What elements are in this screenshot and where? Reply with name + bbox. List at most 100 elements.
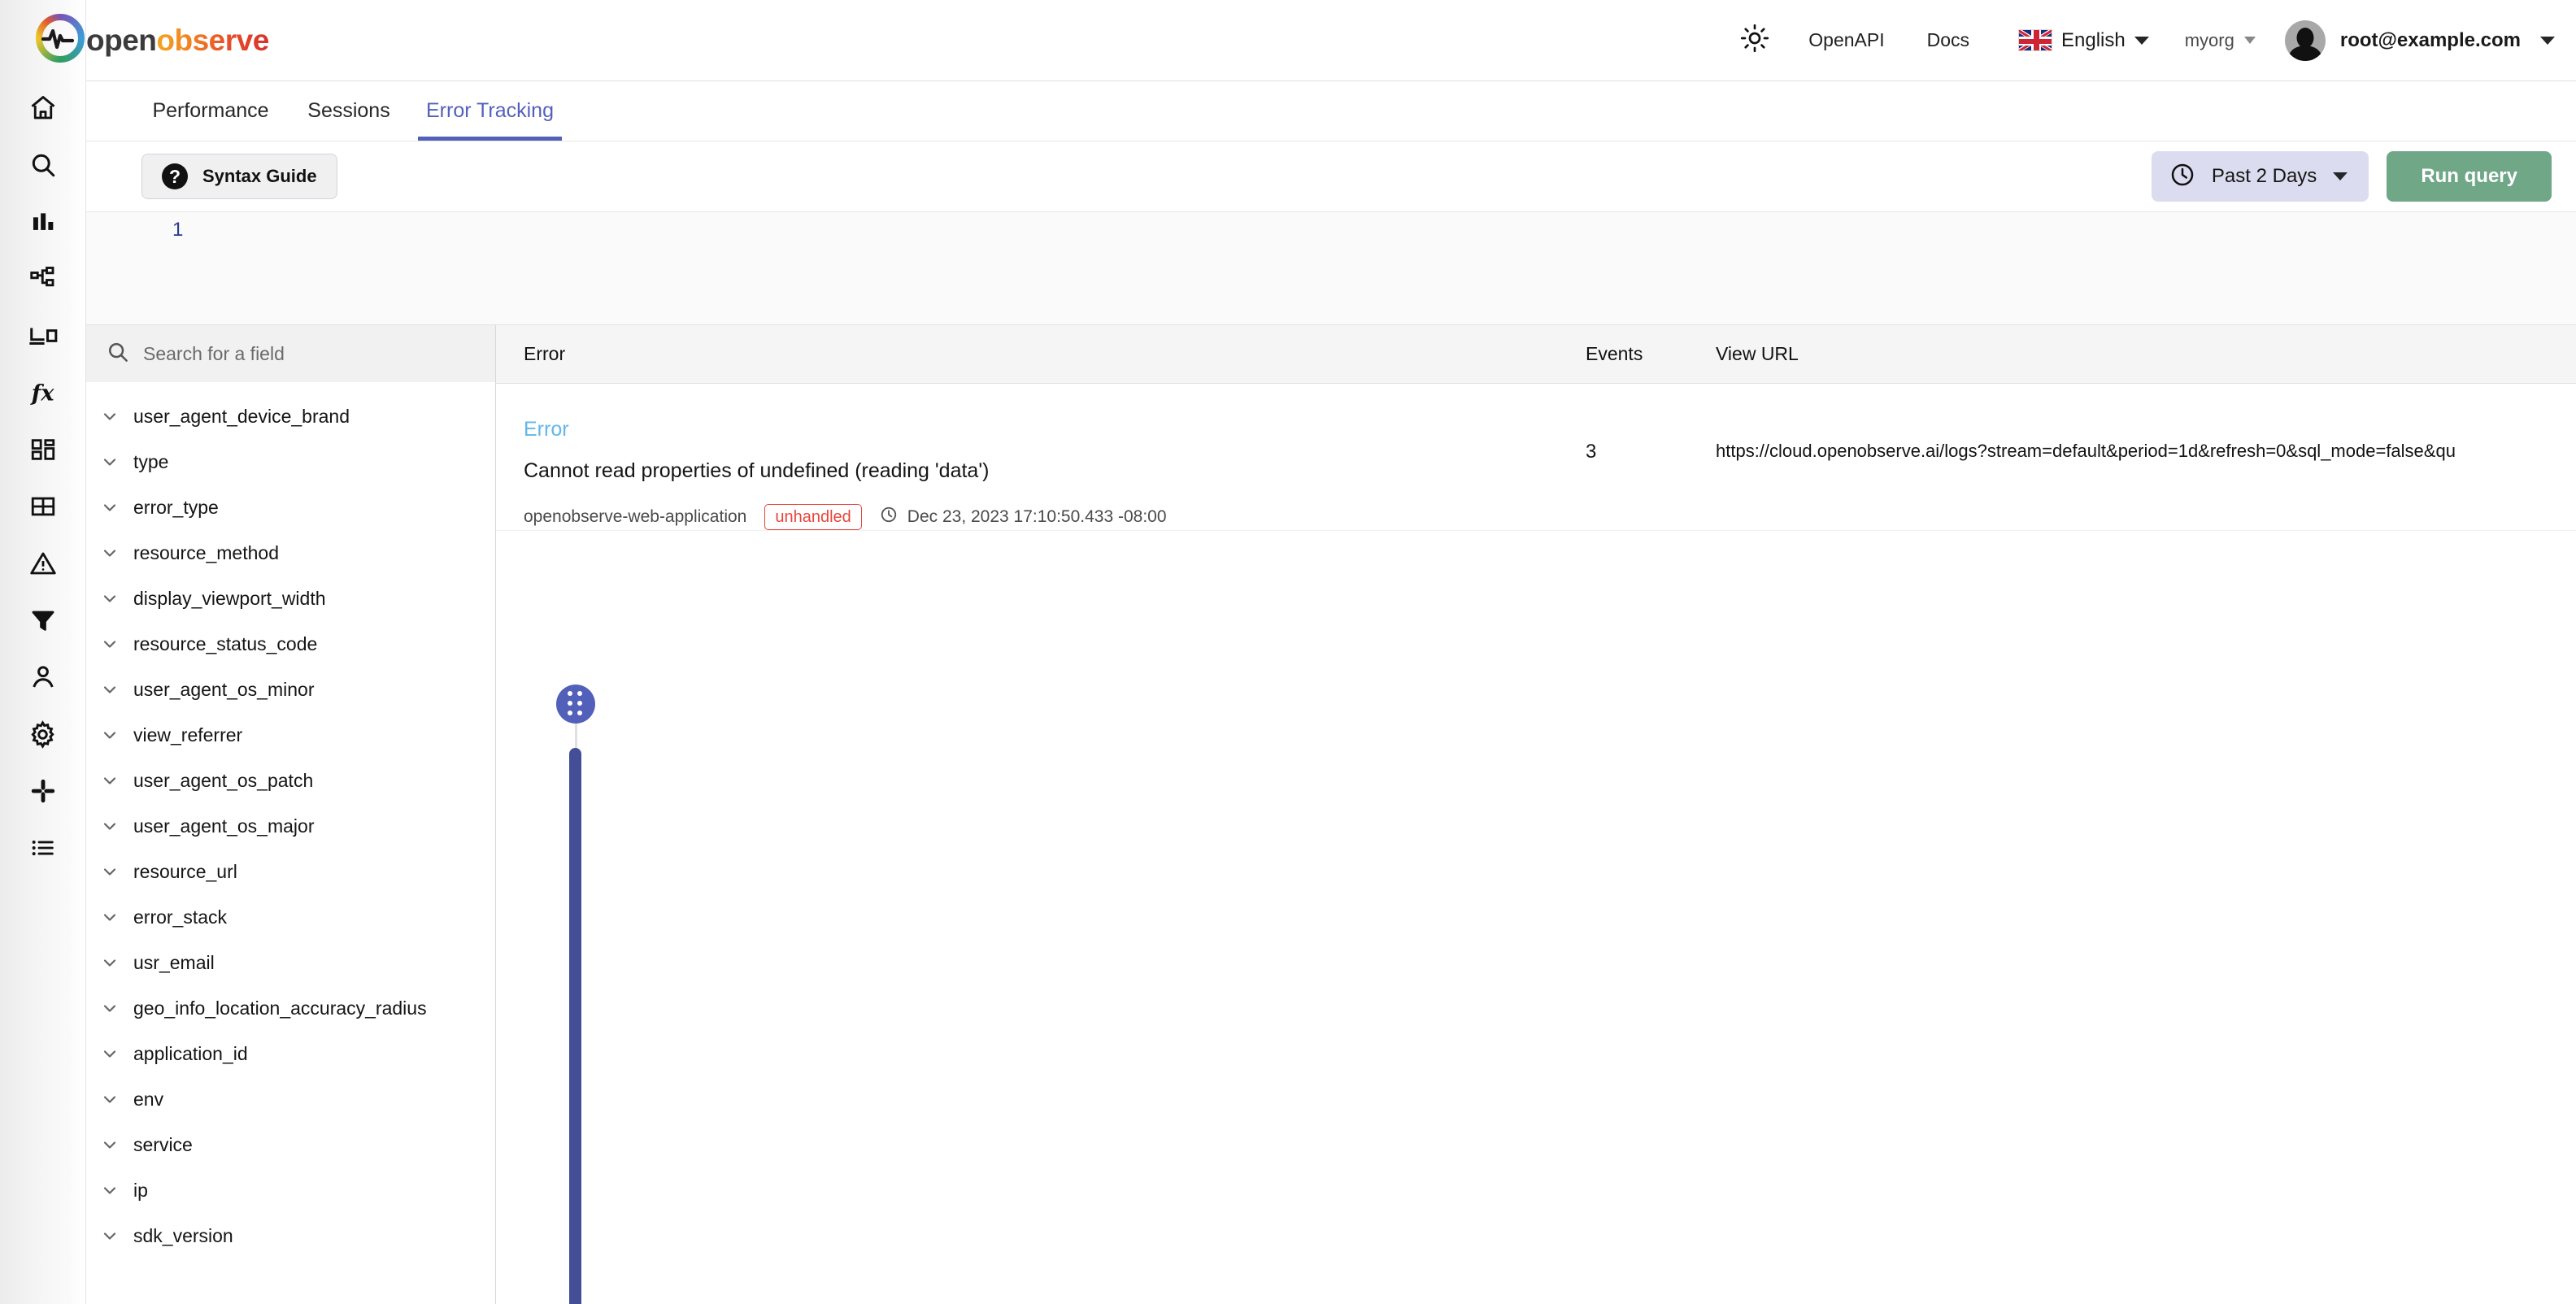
chevron-down-icon <box>2333 172 2348 180</box>
field-list-item[interactable]: usr_email <box>86 940 495 985</box>
field-list-item[interactable]: sdk_version <box>86 1213 495 1258</box>
chevron-down-icon[interactable] <box>99 1044 120 1063</box>
search-input[interactable] <box>143 342 476 365</box>
field-list-item-label: display_viewport_width <box>133 587 326 609</box>
tab-sessions[interactable]: Sessions <box>280 81 418 141</box>
svg-text:fx: fx <box>29 381 54 406</box>
question-mark-icon: ? <box>162 163 188 189</box>
field-list-item-label: type <box>133 450 169 472</box>
syntax-guide-label: Syntax Guide <box>202 166 317 186</box>
chevron-down-icon[interactable] <box>99 907 120 927</box>
chevron-down-icon[interactable] <box>99 543 120 563</box>
list-icon <box>29 834 57 862</box>
column-header-error: Error <box>524 343 566 364</box>
sidebar-item-metrics[interactable] <box>15 193 72 250</box>
field-list-item-label: service <box>133 1133 193 1155</box>
field-list-item-label: resource_method <box>133 541 279 563</box>
field-list-item[interactable]: view_referrer <box>86 712 495 758</box>
field-list-item[interactable]: display_viewport_width <box>86 576 495 621</box>
sidebar-item-functions[interactable]: fx <box>15 364 72 421</box>
field-list-item-label: resource_url <box>133 860 237 882</box>
chevron-down-icon[interactable] <box>99 953 120 972</box>
chevron-down-icon[interactable] <box>99 1089 120 1109</box>
field-list-item-label: error_type <box>133 496 219 518</box>
error-meta: openobserve-web-application unhandled De… <box>524 504 1586 530</box>
sidebar-item-home[interactable] <box>15 80 72 137</box>
sidebar-item-streams[interactable] <box>15 478 72 535</box>
field-list-item[interactable]: resource_status_code <box>86 621 495 667</box>
syntax-guide-button[interactable]: ? Syntax Guide <box>141 154 337 199</box>
logo-text-observe: observe <box>156 23 269 57</box>
field-list-item[interactable]: error_stack <box>86 894 495 940</box>
chevron-down-icon[interactable] <box>99 998 120 1018</box>
field-list-item[interactable]: user_agent_os_major <box>86 803 495 849</box>
field-list-item[interactable]: service <box>86 1122 495 1167</box>
field-list-item[interactable]: user_agent_os_minor <box>86 667 495 712</box>
streams-icon <box>29 493 57 520</box>
openapi-link[interactable]: OpenAPI <box>1787 29 1905 51</box>
users-icon <box>28 663 58 692</box>
chevron-down-icon[interactable] <box>99 725 120 745</box>
date-range-picker[interactable]: Past 2 Days <box>2151 151 2369 202</box>
chevron-down-icon[interactable] <box>99 498 120 517</box>
language-label: English <box>2061 28 2126 51</box>
slack-icon <box>29 777 57 805</box>
field-list-item[interactable]: user_agent_os_patch <box>86 758 495 803</box>
field-list-item-label: geo_info_location_accuracy_radius <box>133 997 427 1019</box>
field-list-item[interactable]: geo_info_location_accuracy_radius <box>86 985 495 1031</box>
sidebar-item-settings[interactable] <box>15 706 72 763</box>
sidebar-item-dashboards[interactable] <box>15 421 72 478</box>
field-list-item[interactable]: ip <box>86 1167 495 1213</box>
chevron-down-icon[interactable] <box>99 634 120 654</box>
tab-performance[interactable]: Performance <box>141 81 280 141</box>
sidebar-item-alerts[interactable] <box>15 535 72 592</box>
chevron-down-icon[interactable] <box>99 771 120 790</box>
chevron-down-icon[interactable] <box>99 816 120 836</box>
chevron-down-icon[interactable] <box>99 452 120 472</box>
error-type-link[interactable]: Error <box>524 418 1586 441</box>
field-list-scrollbar-thumb[interactable] <box>569 748 581 1304</box>
field-list-item[interactable]: user_agent_device_brand <box>86 393 495 439</box>
user-menu-chevron-down-icon[interactable] <box>2540 36 2555 45</box>
chevron-down-icon[interactable] <box>99 1226 120 1245</box>
funnel-icon <box>29 606 57 634</box>
query-editor[interactable]: 1 <box>86 211 2576 325</box>
sidebar-item-rum[interactable] <box>15 307 72 364</box>
docs-link[interactable]: Docs <box>1906 29 1991 51</box>
chevron-down-icon[interactable] <box>99 862 120 881</box>
panel-resize-handle[interactable] <box>556 685 595 724</box>
chevron-down-icon[interactable] <box>99 1180 120 1200</box>
sidebar-item-iam[interactable] <box>15 649 72 706</box>
sidebar-item-traces[interactable] <box>15 250 72 307</box>
chevron-down-icon[interactable] <box>99 680 120 699</box>
field-list-item-label: user_agent_os_patch <box>133 769 314 791</box>
theme-toggle-button[interactable] <box>1722 24 1787 57</box>
sidebar-item-about[interactable] <box>15 819 72 876</box>
table-row[interactable]: Error Cannot read properties of undefine… <box>496 384 2576 531</box>
field-list-item[interactable]: error_type <box>86 485 495 530</box>
field-list-item[interactable]: resource_url <box>86 849 495 894</box>
chevron-down-icon[interactable] <box>99 589 120 608</box>
chevron-down-icon[interactable] <box>99 1135 120 1154</box>
org-selector[interactable]: myorg <box>2165 30 2275 51</box>
field-list-item[interactable]: resource_method <box>86 530 495 576</box>
field-list-item-label: application_id <box>133 1042 248 1064</box>
app-logo[interactable]: open observe <box>34 12 269 68</box>
tab-error-tracking[interactable]: Error Tracking <box>418 81 562 141</box>
field-list-scrollbar[interactable] <box>569 748 581 1304</box>
language-selector[interactable]: English <box>1991 29 2165 52</box>
rum-tabs: Performance Sessions Error Tracking <box>86 81 2576 141</box>
run-query-button[interactable]: Run query <box>2387 151 2552 202</box>
error-results-table: Error Events View URL Error Cannot read … <box>496 325 2576 1304</box>
field-list-item-label: sdk_version <box>133 1224 233 1246</box>
sidebar-item-logs[interactable] <box>15 137 72 193</box>
events-count: 3 <box>1586 441 1597 463</box>
field-list-item[interactable]: type <box>86 439 495 485</box>
chevron-down-icon[interactable] <box>99 406 120 426</box>
sun-icon <box>1740 24 1769 57</box>
field-list-item[interactable]: application_id <box>86 1031 495 1076</box>
view-url-value[interactable]: https://cloud.openobserve.ai/logs?stream… <box>1716 418 2576 462</box>
sidebar-item-slack[interactable] <box>15 763 72 819</box>
sidebar-item-pipelines[interactable] <box>15 592 72 649</box>
field-list-item[interactable]: env <box>86 1076 495 1122</box>
